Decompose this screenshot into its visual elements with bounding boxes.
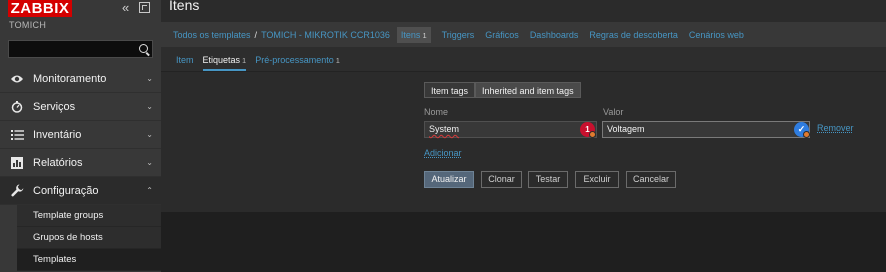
subtab-inherited-tags[interactable]: Inherited and item tags [475,82,581,98]
tab-count: 1 [335,56,340,65]
name-column-label: Nome [424,107,449,117]
cancel-button[interactable]: Cancelar [626,171,676,188]
tag-name-text: System [429,124,460,134]
breadcrumb-current-label: Itens [400,29,421,40]
tab-dashboards[interactable]: Dashboards [530,30,579,40]
submenu-label: Templates [33,254,77,265]
submenu-label: Template groups [33,210,104,221]
search-icon[interactable] [139,44,148,53]
content-footer-area [161,212,886,272]
check-badge-icon[interactable]: ✓ [794,122,810,138]
chevron-down-icon: ⌄ [146,102,153,111]
breadcrumb: Todos os templates / TOMICH - MIKROTIK C… [161,22,886,47]
tab-graficos[interactable]: Gráficos [485,30,519,40]
tab-etiquetas[interactable]: Etiquetas 1 [202,55,247,71]
form-tabs: Item Etiquetas 1 Pré-processamento 1 [161,47,886,72]
delete-button[interactable]: Excluir [575,171,619,188]
server-name: TOMICH [9,20,47,30]
wrench-icon [10,184,24,198]
breadcrumb-separator: / [254,29,258,40]
zabbix-logo[interactable]: ZABBIX [8,0,72,17]
chevron-up-icon: ⌃ [146,186,153,195]
chevron-down-icon: ⌄ [146,130,153,139]
subtab-item-tags[interactable]: Item tags [424,82,476,98]
menu-configuracao[interactable]: Configuração ⌃ [0,177,161,205]
tab-count: 1 [242,56,247,65]
menu-label: Serviços [33,100,76,113]
submenu-template-groups[interactable]: Template groups [17,205,161,227]
menu-monitoramento[interactable]: Monitoramento ⌄ [0,65,161,93]
breadcrumb-template[interactable]: TOMICH - MIKROTIK CCR1036 [261,30,390,40]
menu-label: Inventário [33,128,82,141]
menu-relatorios[interactable]: Relatórios ⌄ [0,149,161,177]
grammarly-badge-icon[interactable]: 1 [580,122,596,138]
tab-triggers[interactable]: Triggers [442,30,475,40]
submenu-templates[interactable]: Templates [17,249,161,271]
breadcrumb-all-templates[interactable]: Todos os templates [173,30,251,40]
tab-label: Pré-processamento [255,55,334,65]
update-button[interactable]: Atualizar [424,171,474,188]
sidebar: ZABBIX « TOMICH Monitoramento ⌄ Serviços… [0,0,161,272]
chevron-down-icon: ⌄ [146,74,153,83]
tag-name-field[interactable]: System [424,121,597,138]
menu-label: Relatórios [33,156,83,169]
remove-tag-link[interactable]: Remover [817,123,854,133]
tag-value-text: Voltagem [607,124,645,134]
test-button[interactable]: Testar [528,171,568,188]
chevron-down-icon: ⌄ [146,158,153,167]
submenu-label: Grupos de hosts [33,232,103,243]
menu-inventario[interactable]: Inventário ⌄ [0,121,161,149]
list-icon [10,128,24,142]
tab-regras-de-descoberta[interactable]: Regras de descoberta [589,30,678,40]
clone-button[interactable]: Clonar [481,171,522,188]
breadcrumb-current-count: 1 [422,30,427,40]
tag-subtabs: Item tags Inherited and item tags [424,82,581,98]
kiosk-mode-icon[interactable] [139,2,150,13]
tab-item[interactable]: Item [176,55,194,71]
breadcrumb-current-items[interactable]: Itens 1 [396,26,431,43]
menu-servicos[interactable]: Serviços ⌄ [0,93,161,121]
menu-label: Configuração [33,184,99,197]
collapse-sidebar-icon[interactable]: « [122,1,129,14]
menu-label: Monitoramento [33,72,107,85]
tab-cenarios-web[interactable]: Cenários web [689,30,744,40]
tag-value-field[interactable]: Voltagem [602,121,810,138]
clock-icon [10,100,24,114]
tab-label: Item [176,55,194,65]
bar-chart-icon [10,156,24,170]
tab-label: Etiquetas [202,55,241,65]
eye-icon [10,72,24,86]
submenu-grupos-de-hosts[interactable]: Grupos de hosts [17,227,161,249]
page-title: Itens [169,0,200,13]
tab-pre-processamento[interactable]: Pré-processamento 1 [255,55,340,71]
add-tag-link[interactable]: Adicionar [424,148,462,158]
search-input[interactable] [9,43,152,60]
sidebar-search-box [8,40,153,60]
value-column-label: Valor [603,107,624,117]
